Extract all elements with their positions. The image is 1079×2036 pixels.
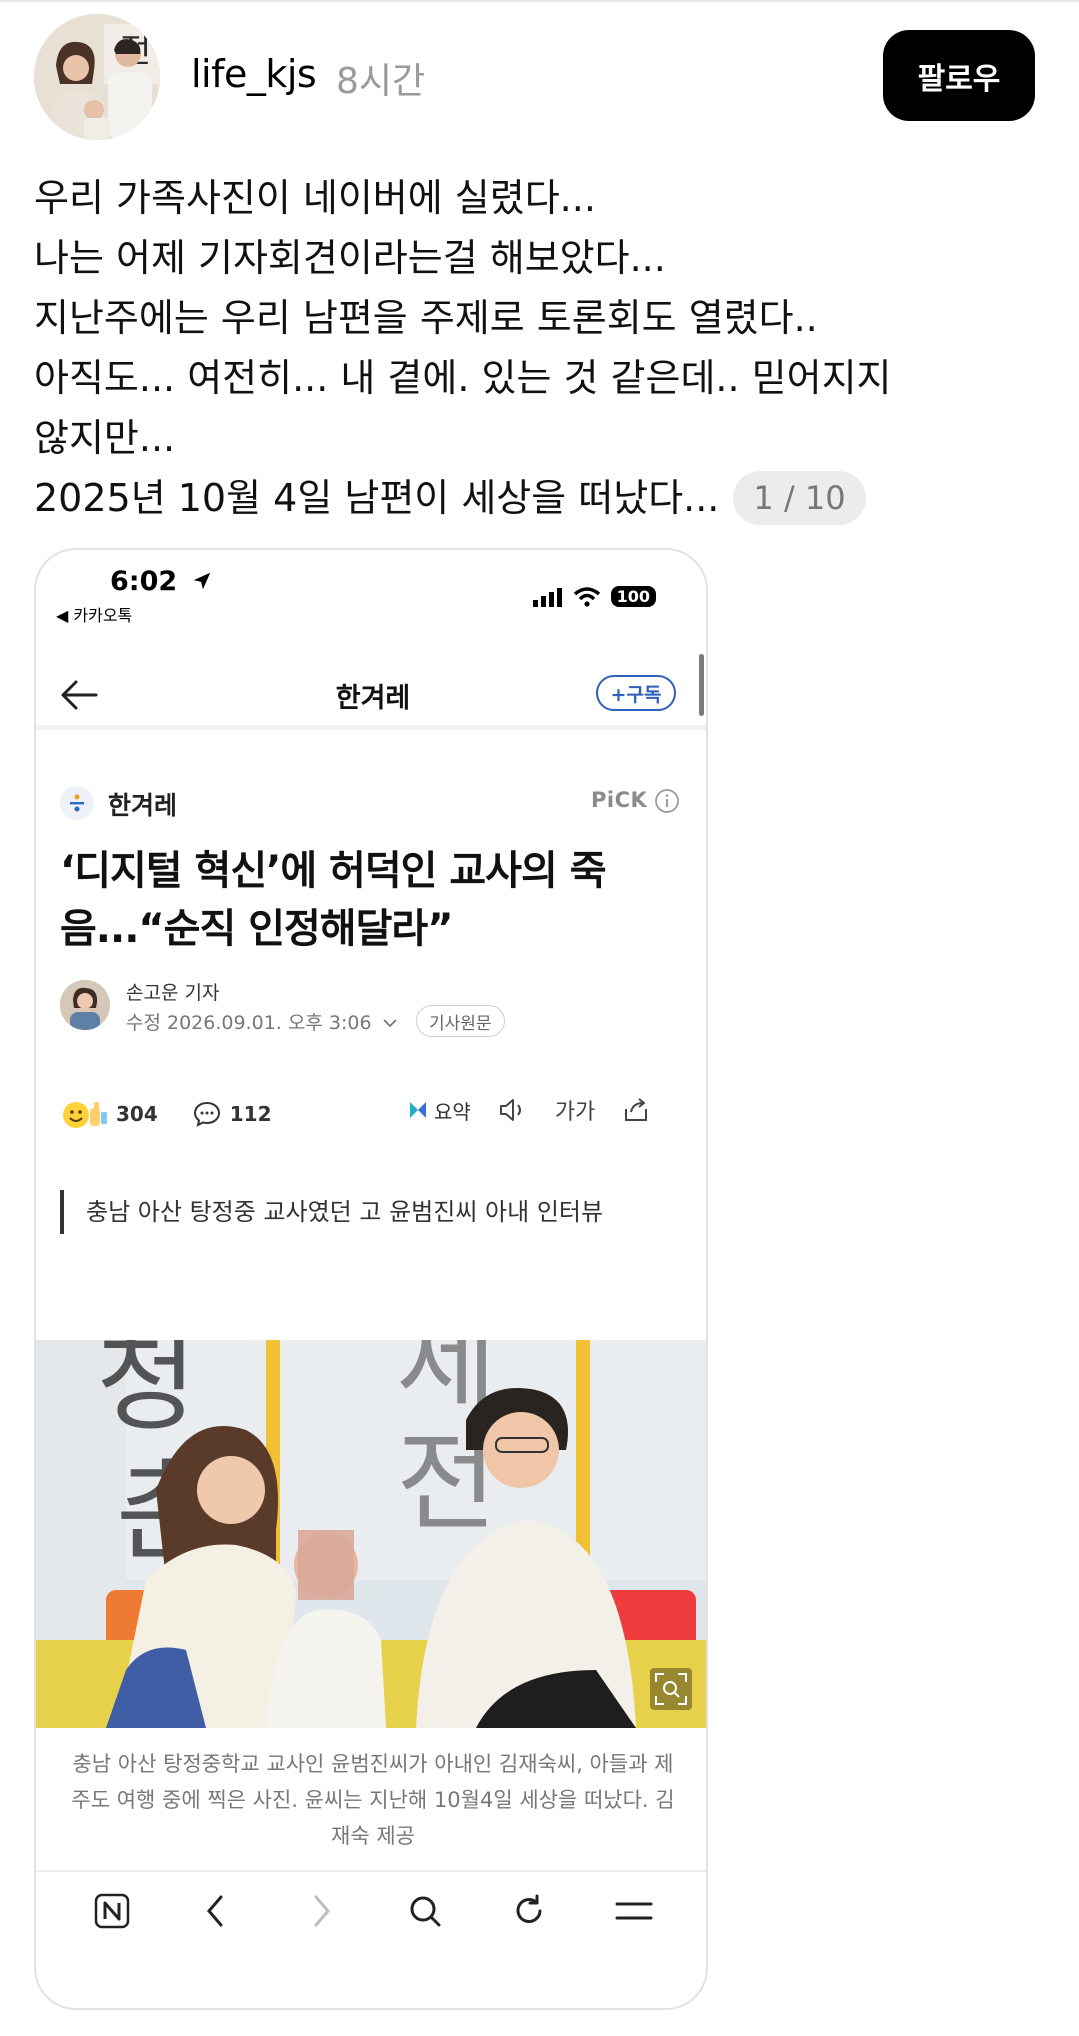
top-divider [0, 0, 1079, 2]
caption-line: 2025년 10월 4일 남편이 세상을 떠났다... [34, 476, 720, 520]
caption-line: 우리 가족사진이 네이버에 실렸다... [34, 176, 596, 220]
menu-icon[interactable] [612, 1889, 656, 1933]
subscribe-button[interactable]: +구독 [596, 675, 676, 711]
caption-last-line: 2025년 10월 4일 남편이 세상을 떠났다... 1 / 10 [34, 468, 1044, 528]
reporter-name[interactable]: 손고운 기자 [126, 978, 219, 1005]
press-name[interactable]: 한겨레 [108, 786, 177, 822]
cellular-signal-icon [532, 587, 562, 607]
svg-text:청: 청 [96, 1340, 197, 1446]
reaction-count: 304 [116, 1102, 158, 1126]
post-time: 8시간 [336, 61, 426, 102]
summary-icon [410, 1102, 426, 1118]
reporter-avatar[interactable] [60, 980, 110, 1030]
post-caption: 우리 가족사진이 네이버에 실렸다... 나는 어제 기자회견이라는걸 해보았다… [34, 168, 1044, 528]
username[interactable]: life_kjs [191, 52, 317, 96]
back-icon[interactable] [194, 1889, 238, 1933]
photo-caption: 충남 아산 탕정중학교 교사인 윤범진씨가 아내인 김재숙씨, 아들과 제주도 … [71, 1752, 675, 1848]
caption-line: 지난주에는 우리 남편을 주제로 토론회도 열렸다.. [34, 296, 818, 340]
status-icons: 100 [532, 586, 656, 607]
follow-button[interactable]: 팔로우 [883, 30, 1035, 121]
naver-home-icon[interactable] [90, 1889, 134, 1933]
original-article-button[interactable]: 기사원문 [416, 1005, 505, 1037]
reaction-bar[interactable]: 304 112 [60, 1098, 272, 1130]
refresh-icon[interactable] [507, 1889, 551, 1933]
location-arrow-icon [193, 572, 210, 590]
scrollbar-thumb[interactable] [699, 654, 704, 716]
article-photo[interactable]: 청 춘 제 전 [36, 1340, 706, 1728]
forward-icon[interactable] [299, 1889, 343, 1933]
press-logo-icon [60, 786, 94, 820]
comment-icon[interactable] [192, 1099, 222, 1129]
article-nav-bar: 한겨레 +구독 [36, 660, 706, 730]
reaction-emoji-icon [63, 1102, 107, 1128]
chevron-down-icon [382, 1019, 397, 1028]
profile-avatar[interactable]: 전 [34, 14, 160, 140]
font-size-label: 가가 [554, 1100, 596, 1125]
info-icon[interactable] [654, 788, 680, 814]
font-size-button[interactable]: 가가 [555, 1094, 595, 1126]
zoom-icon[interactable] [650, 1668, 692, 1710]
status-back-app: ◀ 카카오톡 [56, 606, 133, 625]
battery-indicator: 100 [610, 586, 656, 607]
article-subtitle-quote: 충남 아산 탕정중 교사였던 고 윤범진씨 아내 인터뷰 [60, 1190, 660, 1234]
share-icon[interactable] [621, 1095, 651, 1125]
browser-bottom-bar [36, 1870, 706, 1950]
article-headline: ‘디지털 혁신’에 허덕인 교사의 죽음...“순직 인정해달라” [60, 848, 607, 952]
summary-button[interactable]: 요약 [406, 1096, 471, 1125]
comment-count: 112 [229, 1102, 272, 1126]
caption-line: 않지만... [34, 416, 176, 460]
wifi-icon [573, 586, 600, 607]
image-counter-badge: 1 / 10 [733, 470, 866, 525]
pick-label: PiCK [591, 788, 648, 812]
summary-label: 요약 [434, 1099, 471, 1124]
caption-line: 아직도... 여전히... 내 곁에. 있는 것 같은데.. 믿어지지 [34, 356, 892, 400]
search-icon[interactable] [403, 1889, 447, 1933]
attached-screenshot[interactable]: 6:02 ◀ 카카오톡 100 한겨레 +구독 한겨레 PiCK ‘디지털 혁신… [34, 548, 708, 2010]
speaker-icon[interactable] [497, 1096, 529, 1124]
caption-line: 나는 어제 기자회견이라는걸 해보았다... [34, 236, 666, 280]
article-date[interactable]: 수정 2026.09.01. 오후 3:06 [126, 1008, 398, 1035]
article-tools: 요약 가가 [406, 1094, 651, 1126]
status-bar-time: 6:02 [110, 566, 213, 597]
article-date-text: 수정 2026.09.01. 오후 3:06 [126, 1012, 372, 1034]
status-time-text: 6:02 [110, 566, 178, 597]
